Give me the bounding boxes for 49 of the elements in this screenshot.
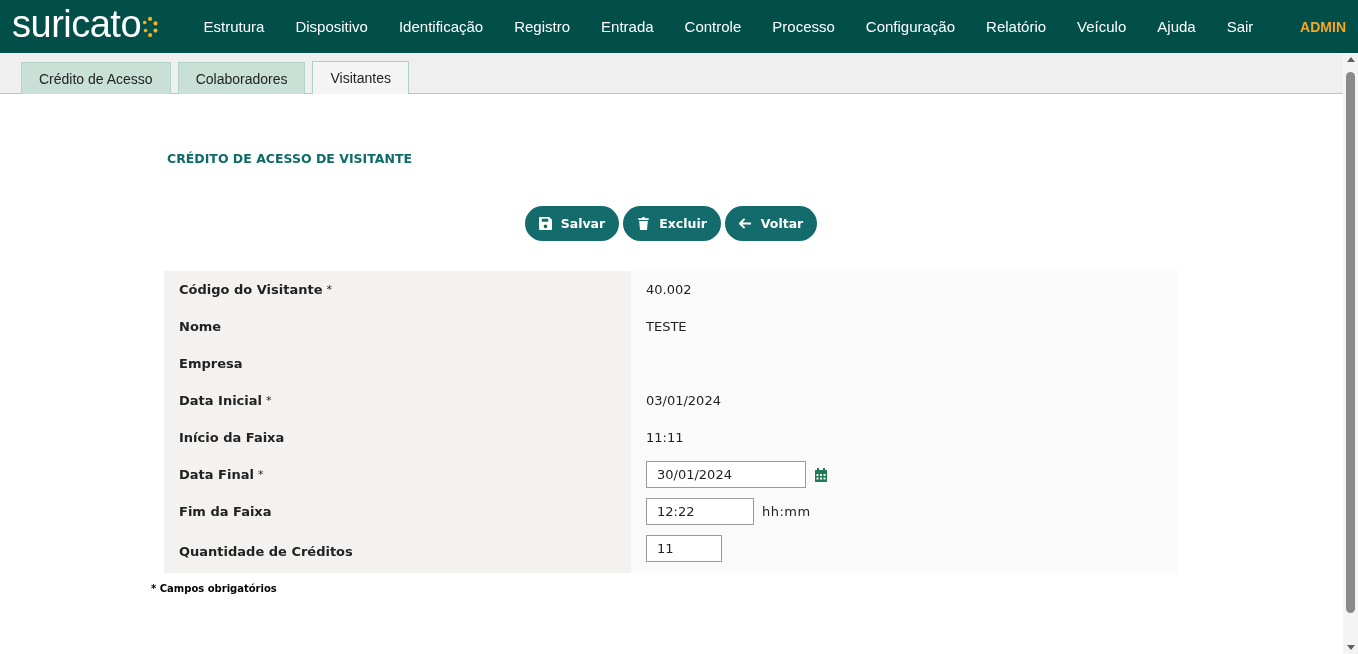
input-field[interactable]: 12:22 (646, 498, 754, 525)
required-mark: * (266, 394, 272, 407)
save-button[interactable]: Salvar (524, 206, 620, 241)
menu-item[interactable]: Registro (498, 18, 586, 35)
footnote: * Campos obrigatórios (151, 583, 277, 594)
menu-item[interactable]: Entrada (585, 18, 670, 35)
input-field[interactable]: 11 (646, 535, 722, 562)
field-value: 11:11 (646, 430, 684, 445)
menu-item[interactable]: Veículo (1061, 18, 1142, 35)
field-value: TESTE (646, 319, 687, 334)
menu-item[interactable]: Controle (669, 18, 757, 35)
field-label: Data Final (179, 467, 254, 482)
save-icon (538, 217, 552, 230)
required-mark: * (257, 468, 264, 481)
field-label: Fim da Faixa (179, 504, 272, 519)
tab[interactable]: Colaboradores (177, 62, 306, 94)
menu-item[interactable]: Ajuda (1141, 18, 1212, 35)
scroll-down-icon (1346, 645, 1355, 650)
menu-item[interactable]: Relatório (970, 18, 1062, 35)
menu-item[interactable]: Sair (1211, 18, 1269, 35)
calendar-icon (814, 467, 828, 482)
field-label: Empresa (179, 356, 243, 371)
field-value: 03/01/2024 (646, 393, 721, 408)
field-label: Data Inicial (179, 393, 262, 408)
field-value: 40.002 (646, 282, 692, 297)
dots-icon (142, 15, 161, 38)
menu-item[interactable]: Identificação (383, 18, 499, 35)
field-label: Início da Faixa (179, 430, 285, 445)
field-label: Nome (179, 319, 222, 334)
trash-icon (637, 217, 651, 230)
input-field[interactable]: 30/01/2024 (646, 461, 806, 488)
scrollbar-thumb[interactable] (1346, 72, 1355, 613)
menu-item[interactable]: Processo (756, 18, 851, 35)
menu-item[interactable]: Estrutura (188, 18, 280, 35)
menu-item[interactable]: Dispositivo (279, 18, 384, 35)
logo[interactable]: suricato (12, 10, 161, 43)
back-button[interactable]: Voltar (724, 206, 818, 241)
field-label: Código do Visitante (179, 282, 323, 297)
scroll-up-icon (1346, 57, 1355, 62)
delete-button[interactable]: Excluir (623, 206, 721, 241)
user-name[interactable]: ADMIN (1300, 18, 1346, 35)
page-title: CRÉDITO DE ACESSO DE VISITANTE (167, 151, 412, 166)
menu-item[interactable]: Configuração (850, 18, 971, 35)
required-mark: * (326, 283, 332, 296)
back-arrow-icon (738, 217, 752, 230)
format-hint: hh:mm (762, 504, 811, 519)
field-label: Quantidade de Créditos (179, 544, 353, 559)
tab[interactable]: Visitantes (312, 61, 409, 94)
tab[interactable]: Crédito de Acesso (21, 62, 171, 94)
